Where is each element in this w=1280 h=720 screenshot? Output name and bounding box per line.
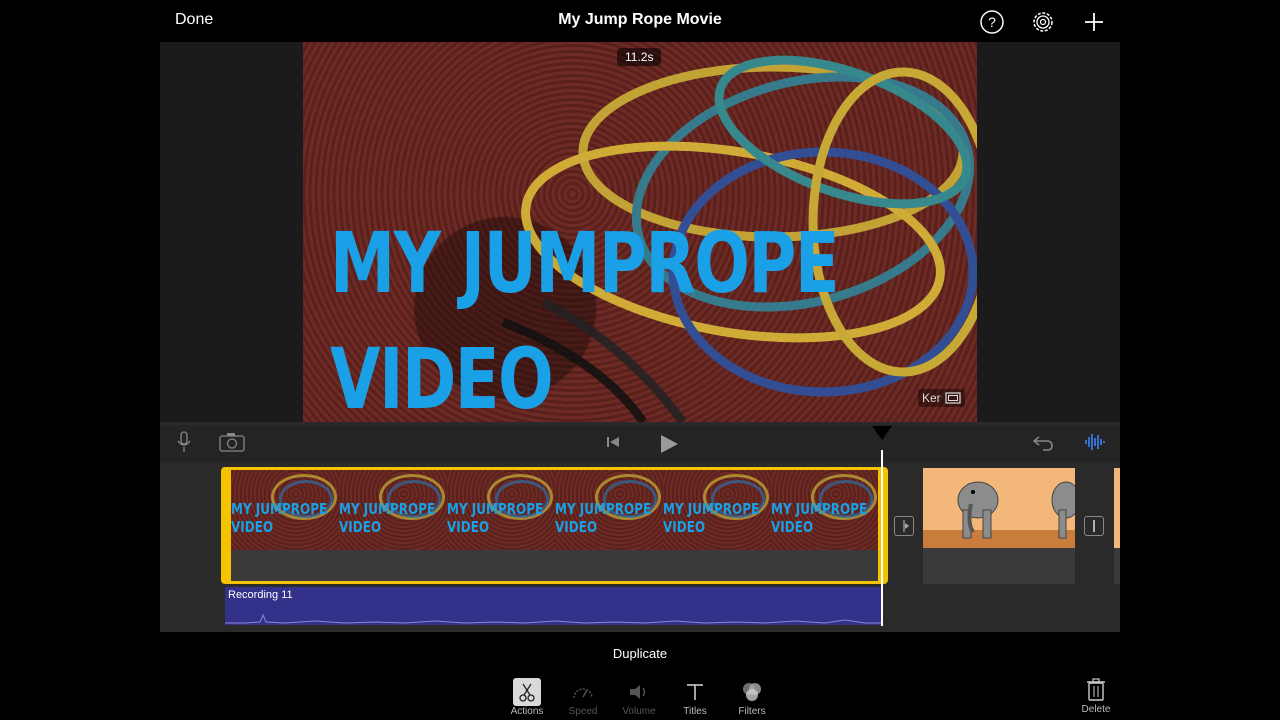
playhead[interactable] [881,450,883,626]
clip-thumbnail: MY JUMPROPE VIDEO [231,470,339,550]
settings-icon[interactable] [1030,9,1056,35]
speaker-icon [630,685,646,699]
undo-icon[interactable] [1031,432,1055,457]
trash-icon [1087,678,1105,701]
skip-to-start-icon[interactable] [605,434,621,455]
add-icon[interactable] [1081,9,1107,35]
speed-tool[interactable]: Speed [553,678,613,717]
delete-label: Delete [1081,704,1111,715]
ken-burns-toggle[interactable]: Ker [918,389,965,407]
titles-tool[interactable]: Titles [665,678,725,717]
audio-waveform [225,613,881,624]
thumbnail-title-line-1: MY JUMPROPE [447,500,544,518]
duplicate-button[interactable]: Duplicate [0,646,1280,661]
thumbnail-title-line-2: VIDEO [447,518,490,536]
actions-label: Actions [510,706,544,717]
duration-badge: 11.2s [617,48,662,66]
thumbnail-title-line-1: MY JUMPROPE [555,500,652,518]
clip-thumbnail: MY JUMPROPE VIDEO [771,470,878,550]
thumbnail-title-line-1: MY JUMPROPE [663,500,760,518]
audio-recording-clip[interactable] [225,587,881,625]
thumbnail-title-line-2: VIDEO [663,518,706,536]
filters-label: Filters [738,706,766,717]
transition-button[interactable] [894,516,914,536]
scissors-icon [519,683,535,702]
viewer-letterbox-left [160,42,303,422]
clip-audio-area [1114,548,1120,584]
transition-icon [903,520,909,532]
audio-waveform-icon[interactable] [1083,430,1107,459]
fit-frame-icon [945,392,961,404]
thumbnail-title-line-1: MY JUMPROPE [231,500,328,518]
clip-thumbnail: MY JUMPROPE VIDEO [555,470,663,550]
thumbnail-title-line-1: MY JUMPROPE [339,500,436,518]
thumbnail-title-line-2: VIDEO [231,518,274,536]
transition-button[interactable] [1084,516,1104,536]
ken-burns-label: Ker [922,391,941,405]
thumbnail-title-line-1: MY JUMPROPE [771,500,868,518]
thumbnail-title-line-2: VIDEO [771,518,814,536]
clip-thumbnail: MY JUMPROPE VIDEO [447,470,555,550]
video-clip[interactable] [923,468,1075,548]
clip-thumbnails: MY JUMPROPE VIDEO MY JUMPROPE VIDEO MY JUM… [231,470,878,550]
clip-thumbnail: MY JUMPROPE VIDEO [339,470,447,550]
audio-clip-label: Recording 11 [228,589,293,601]
titles-label: Titles [683,706,707,717]
thumbnail-title-line-2: VIDEO [339,518,382,536]
preview-title-line-2: VIDEO [330,330,554,422]
video-preview[interactable]: MY JUMPROPE VIDEO [303,42,977,422]
actions-tool[interactable]: Actions [497,678,557,717]
playhead-marker [872,426,892,440]
titles-icon [687,684,703,700]
speed-label: Speed [568,706,598,717]
video-clip[interactable] [1114,468,1120,548]
clip-thumbnail: MY JUMPROPE VIDEO [663,470,771,550]
svg-text:?: ? [988,14,996,30]
preview-title-line-1: MY JUMPROPE [330,214,840,312]
camera-icon[interactable] [219,432,245,457]
thumbnail-title-line-2: VIDEO [555,518,598,536]
filters-icon [743,683,761,701]
timeline-toolbar [160,425,1120,463]
transition-icon [1093,520,1095,532]
elephant-thumbnail [923,481,1075,548]
help-icon[interactable]: ? [979,9,1005,35]
volume-label: Volume [622,706,656,717]
speedometer-icon [573,688,593,699]
microphone-icon[interactable] [175,430,193,459]
play-icon[interactable] [658,433,680,460]
filters-tool[interactable]: Filters [722,678,782,717]
volume-tool[interactable]: Volume [609,678,669,717]
delete-tool[interactable]: Delete [1066,676,1126,715]
viewer-letterbox-right [977,42,1120,422]
clip-audio-area [923,548,1075,584]
